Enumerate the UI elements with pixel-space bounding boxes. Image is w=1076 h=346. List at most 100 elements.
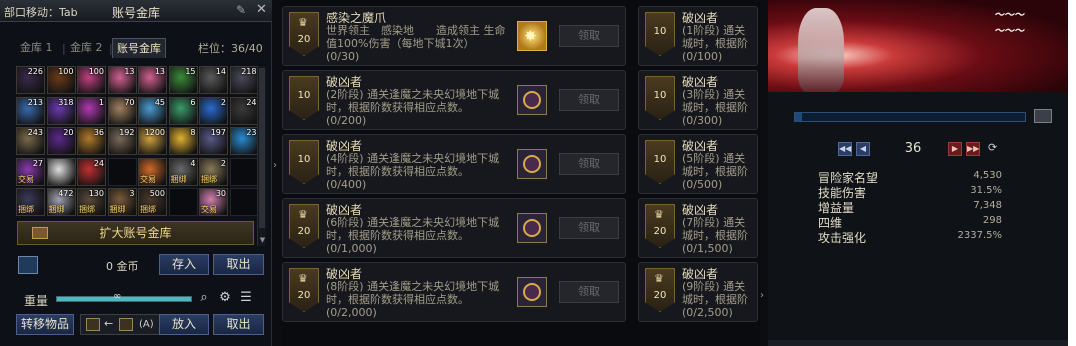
vault-item-slot[interactable]: 20 — [46, 127, 76, 155]
item-quantity: 218 — [241, 67, 257, 76]
vault-item-slot[interactable]: 13 — [138, 66, 167, 94]
claim-button[interactable]: 领取 — [559, 25, 619, 47]
star-icon: ✸ — [524, 27, 537, 45]
vault-item-slot[interactable]: 2 捆绑 — [199, 157, 228, 186]
vault-item-slot[interactable]: 213 — [16, 96, 45, 125]
vault-item-slot[interactable]: 45 — [138, 96, 167, 125]
claim-button[interactable]: 领取 — [559, 217, 619, 239]
vault-item-slot[interactable]: 472 捆绑 — [46, 188, 76, 216]
vault-item-slot[interactable]: 4 捆绑 — [168, 157, 198, 186]
vault-item-slot[interactable]: 6 — [168, 96, 198, 125]
character-figure — [798, 8, 844, 92]
achievement-progress: (0/200) — [326, 114, 367, 127]
vault-item-slot[interactable]: 13 — [107, 66, 137, 94]
stat-row: 四维 298 — [818, 214, 1002, 230]
close-icon[interactable]: ✕ — [256, 2, 267, 17]
vault-item-slot[interactable]: 197 — [199, 127, 228, 155]
vault-item-slot[interactable]: 24 — [229, 96, 259, 125]
prev-page-icon[interactable]: ◀ — [856, 142, 870, 156]
vault-item-slot[interactable]: 226 — [16, 66, 45, 94]
vault-item-slot[interactable]: 500 捆绑 — [138, 188, 167, 216]
badge-points: 10 — [653, 90, 667, 101]
vault-item-slot[interactable]: 100 — [46, 66, 76, 94]
vault-item-slot[interactable]: 192 — [107, 127, 137, 155]
scroll-down-icon[interactable]: ▼ — [258, 236, 267, 246]
transfer-direction[interactable]: ← (A) — [80, 314, 168, 335]
point-badge: 10 — [645, 140, 675, 190]
claim-button[interactable]: 领取 — [559, 281, 619, 303]
pin-icon[interactable]: ✎ — [236, 3, 246, 17]
reward-emblem-icon[interactable] — [517, 213, 547, 243]
vault-item-slot[interactable]: 3 捆绑 — [107, 188, 137, 216]
vault-item-slot[interactable]: 1 — [77, 96, 106, 125]
vault-item-slot[interactable]: 100 — [77, 66, 106, 94]
empty-slot[interactable] — [168, 188, 198, 216]
vault-item-slot[interactable]: 23 — [229, 127, 259, 155]
tab-vault-2[interactable]: 金库 2 — [66, 38, 107, 58]
chest-icon — [32, 227, 48, 239]
withdraw-button[interactable]: 取出 — [213, 254, 264, 275]
vault-title-bar[interactable]: 部口移动：Tab 账号金库 ✎ ✕ — [0, 0, 272, 22]
empty-slot[interactable] — [229, 157, 259, 186]
item-quantity: 100 — [88, 67, 104, 76]
expand-vault-button[interactable]: 扩大账号金库 — [17, 221, 254, 245]
collapse-arrow-icon[interactable]: › — [273, 160, 277, 171]
vault-item-slot[interactable]: 1200 — [138, 127, 167, 155]
tab-account-vault[interactable]: 账号金库 — [112, 38, 166, 58]
vault-item-slot[interactable]: 70 — [107, 96, 137, 125]
gold-amount: 0 金币 — [106, 260, 139, 273]
camera-icon[interactable] — [1034, 109, 1052, 123]
first-page-icon[interactable]: ◀◀ — [838, 142, 852, 156]
vault-item-slot[interactable]: 24 — [77, 157, 106, 186]
stat-row: 增益量 7,348 — [818, 199, 1002, 215]
item-quantity: 2 — [220, 97, 226, 107]
reward-emblem-icon[interactable] — [517, 149, 547, 179]
last-page-icon[interactable]: ▶▶ — [966, 142, 980, 156]
empty-slot[interactable] — [229, 188, 259, 216]
vault-item-slot[interactable]: 14 — [199, 66, 228, 94]
list-icon[interactable]: ☰ — [238, 290, 254, 306]
gold-pouch-icon[interactable] — [18, 256, 38, 274]
vault-item-slot[interactable] — [46, 157, 76, 186]
scrollbar-thumb[interactable] — [259, 68, 265, 228]
empty-slot[interactable] — [107, 157, 137, 186]
vault-item-slot[interactable]: 8 — [168, 127, 198, 155]
refresh-icon[interactable]: ⟳ — [988, 141, 997, 154]
vault-scrollbar[interactable]: ▼ — [257, 66, 266, 246]
vault-item-slot[interactable]: 捆绑 — [16, 188, 45, 216]
game-logo: 〜〜〜 — [994, 26, 1024, 37]
vault-item-slot[interactable]: 27 交易 — [16, 157, 45, 186]
claim-button[interactable]: 领取 — [559, 153, 619, 175]
item-bind-tag: 交易 — [140, 174, 156, 184]
claim-button[interactable]: 领取 — [559, 89, 619, 111]
deposit-button[interactable]: 存入 — [159, 254, 209, 275]
panel-divider: › — [272, 0, 282, 346]
gear-icon[interactable]: ⚙ — [217, 290, 233, 306]
stat-value: 7,348 — [973, 200, 1002, 211]
vault-chest-icon — [119, 318, 133, 331]
transfer-hotkey: (A) — [139, 319, 154, 330]
vault-item-slot[interactable]: 130 捆绑 — [77, 188, 106, 216]
vault-item-slot[interactable]: 2 — [199, 96, 228, 125]
vault-item-slot[interactable]: 30 交易 — [199, 188, 228, 216]
collapse-arrow-icon[interactable]: › — [760, 290, 764, 301]
vault-item-slot[interactable]: 36 — [77, 127, 106, 155]
take-out-button[interactable]: 取出 — [213, 314, 264, 335]
item-bind-tag: 捆绑 — [170, 174, 187, 184]
vault-item-slot[interactable]: 243 — [16, 127, 45, 155]
put-in-button[interactable]: 放入 — [159, 314, 209, 335]
next-page-icon[interactable]: ▶ — [948, 142, 962, 156]
transfer-items-button[interactable]: 转移物品 — [16, 314, 74, 335]
vault-item-slot[interactable]: 交易 — [138, 157, 167, 186]
reward-emblem-icon[interactable] — [517, 277, 547, 307]
reward-emblem-icon[interactable] — [517, 85, 547, 115]
reward-star-icon[interactable]: ✸ — [517, 21, 547, 51]
point-badge: ♛ 20 — [645, 268, 675, 318]
vault-item-slot[interactable]: 15 — [168, 66, 198, 94]
tab-vault-1[interactable]: 金库 1 — [16, 38, 57, 58]
item-quantity: 20 — [63, 128, 74, 137]
vault-item-slot[interactable]: 318 — [46, 96, 76, 125]
search-icon[interactable]: ⌕ — [196, 290, 212, 306]
vault-item-slot[interactable]: 218 — [229, 66, 259, 94]
item-quantity: 192 — [119, 128, 135, 137]
